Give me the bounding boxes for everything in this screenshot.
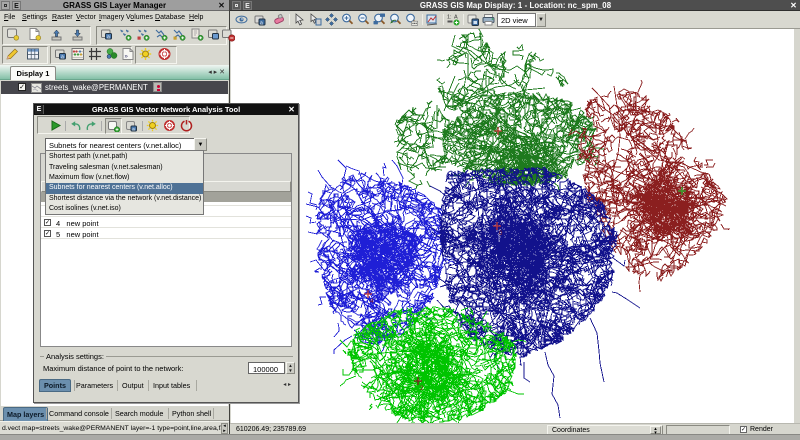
svg-text:1:: 1:: [447, 15, 452, 21]
svg-text:a: a: [260, 21, 263, 27]
svg-text:a: a: [61, 55, 64, 61]
svg-text:a: a: [107, 35, 110, 41]
